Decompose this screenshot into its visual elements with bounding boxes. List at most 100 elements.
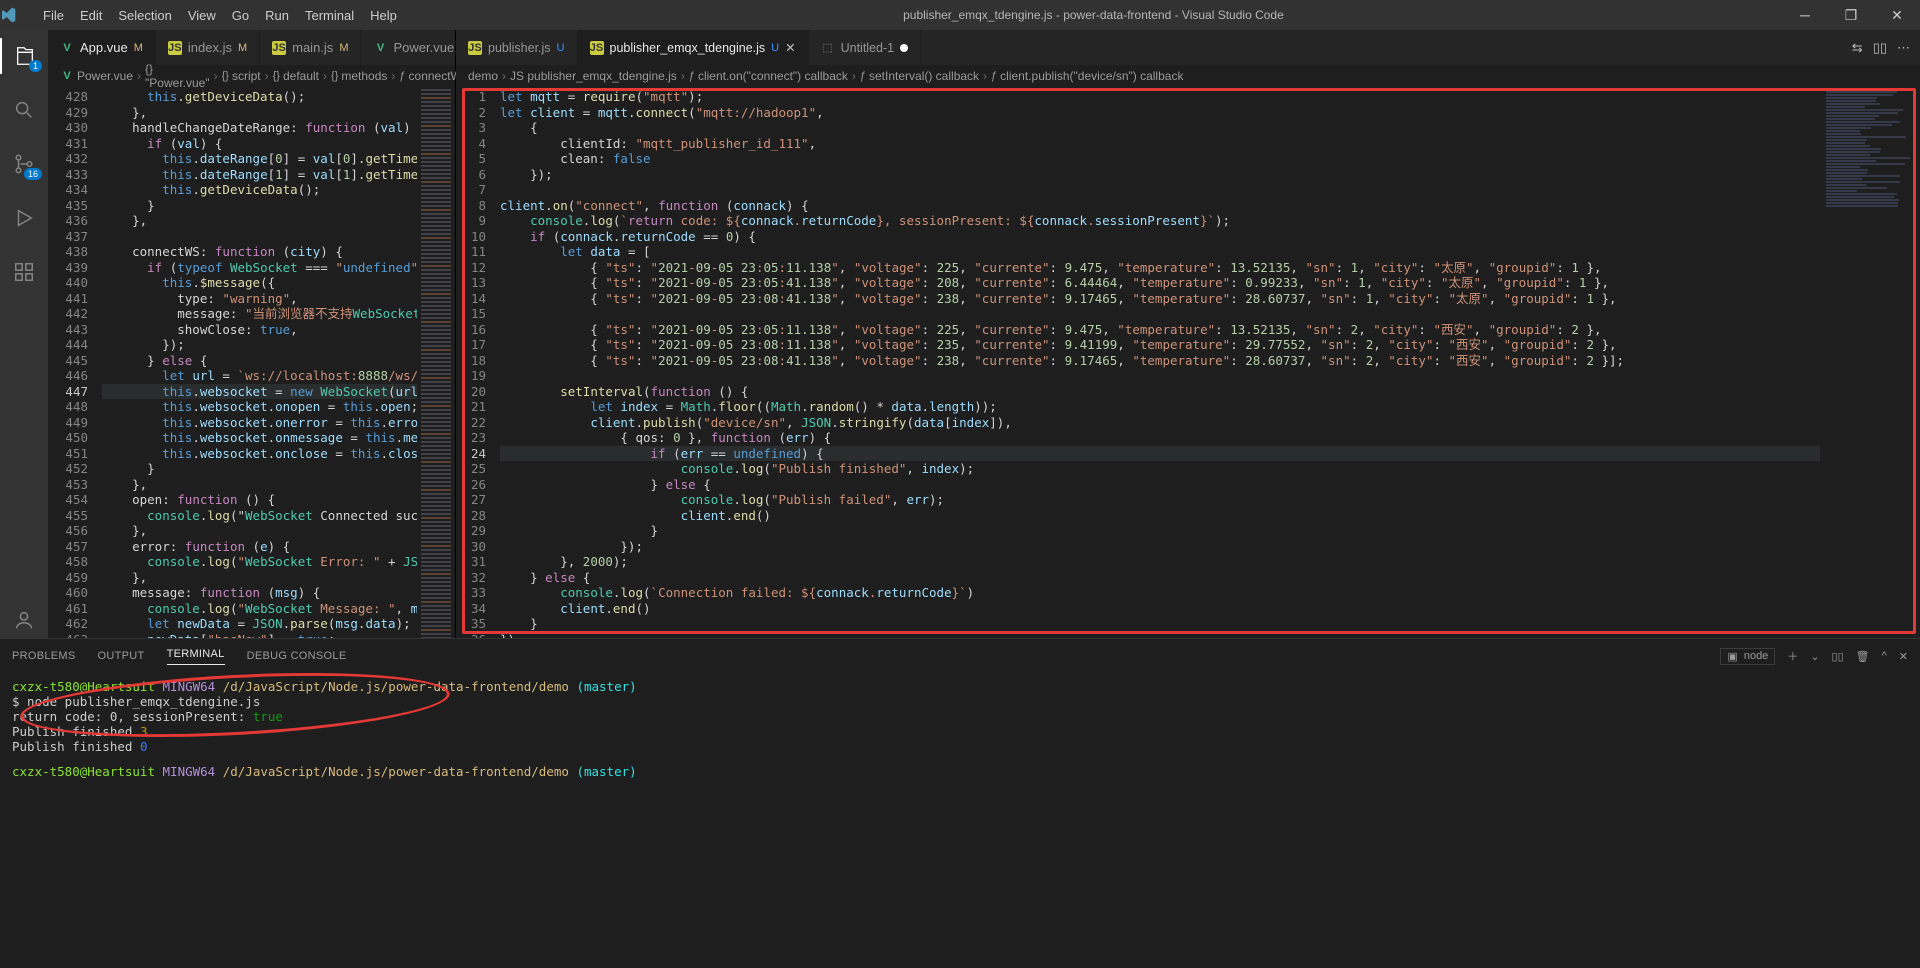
terminal-body[interactable]: cxzx-t580@Heartsuit MINGW64 /d/JavaScrip… — [0, 673, 1920, 818]
split-terminal-icon[interactable]: ▯▯ — [1832, 650, 1844, 663]
window-controls: ─ ❐ ✕ — [1782, 7, 1920, 24]
status-bar[interactable] — [0, 818, 1920, 840]
menu-help[interactable]: Help — [362, 8, 405, 23]
menu-run[interactable]: Run — [257, 8, 297, 23]
tab-label: App.vue — [80, 40, 128, 55]
tab-publisher-js[interactable]: JS publisher.js U — [456, 30, 578, 65]
modified-indicator: M — [339, 42, 348, 54]
tabs-right: JS publisher.js U JS publisher_emqx_tden… — [456, 30, 1920, 65]
tab-label: Power.vue — [393, 40, 454, 55]
scm-badge: 16 — [24, 168, 42, 180]
minimize-button[interactable]: ─ — [1782, 7, 1828, 24]
accounts-icon[interactable] — [0, 602, 48, 638]
js-icon: JS — [590, 41, 604, 55]
extensions-icon[interactable] — [0, 254, 48, 290]
close-button[interactable]: ✕ — [1874, 7, 1920, 24]
terminal-line: Publish finished 0 — [12, 739, 1908, 754]
tab-label: index.js — [188, 40, 232, 55]
editor-left-pane: V App.vue M JS index.js M JS main.js M — [48, 30, 456, 638]
maximize-button[interactable]: ❐ — [1828, 7, 1874, 24]
compare-icon[interactable]: ⇆ — [1852, 40, 1863, 56]
editor-right-pane: JS publisher.js U JS publisher_emqx_tden… — [456, 30, 1920, 638]
modified-indicator: M — [238, 42, 247, 54]
breadcrumb-right[interactable]: demo› JS publisher_emqx_tdengine.js› ƒcl… — [456, 65, 1920, 87]
panel: PROBLEMS OUTPUT TERMINAL DEBUG CONSOLE ▣… — [0, 638, 1920, 818]
code-left[interactable]: this.getDeviceData(); }, handleChangeDat… — [102, 87, 417, 638]
tab-label: Untitled-1 — [841, 41, 895, 55]
unsaved-indicator: U — [557, 42, 565, 54]
panel-tab-problems[interactable]: PROBLEMS — [12, 650, 76, 662]
tabs-left: V App.vue M JS index.js M JS main.js M — [48, 30, 455, 65]
editor-region: V App.vue M JS index.js M JS main.js M — [48, 30, 1920, 638]
minimap-left[interactable] — [417, 87, 455, 638]
terminal-line: Publish finished 3 — [12, 724, 1908, 739]
close-panel-icon[interactable]: ✕ — [1899, 650, 1908, 663]
brace-icon: {} — [222, 70, 229, 82]
brace-icon: {} — [273, 70, 280, 82]
vue-icon: V — [60, 69, 74, 83]
dirty-dot-icon — [900, 44, 908, 52]
tab-main-js[interactable]: JS main.js M — [260, 30, 361, 65]
file-icon: ⬚ — [821, 41, 835, 55]
source-control-icon[interactable]: 16 — [0, 146, 48, 182]
breadcrumb-left[interactable]: VPower.vue› {} "Power.vue"› {}script› {}… — [48, 65, 455, 87]
more-icon[interactable]: ⋯ — [1897, 40, 1910, 56]
editor-right[interactable]: 1234567891011121314151617181920212223242… — [456, 87, 1920, 638]
panel-tab-debug[interactable]: DEBUG CONSOLE — [247, 650, 347, 662]
close-icon[interactable]: ✕ — [785, 40, 795, 55]
split-icon[interactable]: ▯▯ — [1873, 40, 1887, 56]
tab-label: publisher.js — [488, 41, 551, 55]
window-title: publisher_emqx_tdengine.js - power-data-… — [405, 8, 1782, 22]
menu-go[interactable]: Go — [224, 8, 257, 23]
run-debug-icon[interactable] — [0, 200, 48, 236]
code-right[interactable]: let mqtt = require("mqtt");let client = … — [500, 87, 1820, 638]
method-icon: ƒ — [860, 70, 866, 82]
menu-bar: File Edit Selection View Go Run Terminal… — [35, 8, 405, 23]
terminal-line: return code: 0, sessionPresent: true — [12, 709, 1908, 724]
menu-edit[interactable]: Edit — [72, 8, 110, 23]
maximize-panel-icon[interactable]: ^ — [1882, 650, 1887, 662]
terminal-line: cxzx-t580@Heartsuit MINGW64 /d/JavaScrip… — [12, 679, 1908, 694]
title-bar: File Edit Selection View Go Run Terminal… — [0, 0, 1920, 30]
tab-untitled[interactable]: ⬚ Untitled-1 — [809, 30, 922, 65]
trash-icon[interactable]: 🗑 — [1856, 650, 1870, 663]
unsaved-indicator: U — [771, 42, 779, 54]
terminal-shell-select[interactable]: ▣ node — [1720, 648, 1775, 665]
vue-icon: V — [373, 41, 387, 55]
method-icon: ƒ — [399, 70, 405, 82]
modified-indicator: M — [134, 42, 143, 54]
menu-selection[interactable]: Selection — [110, 8, 179, 23]
method-icon: ƒ — [689, 70, 695, 82]
explorer-badge: 1 — [29, 60, 42, 72]
method-icon: ƒ — [991, 70, 997, 82]
tab-index-js[interactable]: JS index.js M — [156, 30, 260, 65]
menu-file[interactable]: File — [35, 8, 72, 23]
terminal-icon: ▣ — [1727, 650, 1737, 663]
tab-label: main.js — [292, 40, 333, 55]
vue-icon: V — [60, 41, 74, 55]
js-icon: JS — [468, 41, 482, 55]
search-icon[interactable] — [0, 92, 48, 128]
panel-tabs: PROBLEMS OUTPUT TERMINAL DEBUG CONSOLE ▣… — [0, 639, 1920, 673]
brace-icon: {} — [331, 70, 338, 82]
gutter-right: 1234567891011121314151617181920212223242… — [456, 87, 500, 638]
panel-tab-output[interactable]: OUTPUT — [98, 650, 145, 662]
js-icon: JS — [168, 41, 182, 55]
gutter-left: 4284294304314324334344354364374384394404… — [48, 87, 102, 638]
new-terminal-icon[interactable]: ＋ — [1787, 648, 1798, 664]
editor-left[interactable]: 4284294304314324334344354364374384394404… — [48, 87, 455, 638]
tab-app-vue[interactable]: V App.vue M — [48, 30, 156, 65]
explorer-icon[interactable]: 1 — [0, 38, 48, 74]
terminal-line: $ node publisher_emqx_tdengine.js — [12, 694, 1908, 709]
terminal-line: cxzx-t580@Heartsuit MINGW64 /d/JavaScrip… — [12, 764, 1908, 779]
menu-terminal[interactable]: Terminal — [297, 8, 362, 23]
tab-label: publisher_emqx_tdengine.js — [610, 41, 766, 55]
chevron-down-icon[interactable]: ⌄ — [1810, 650, 1819, 663]
vscode-icon — [0, 7, 35, 23]
minimap-right[interactable] — [1820, 87, 1920, 638]
activity-bar: 1 16 — [0, 30, 48, 638]
js-icon: JS — [272, 41, 286, 55]
panel-tab-terminal[interactable]: TERMINAL — [167, 648, 225, 665]
menu-view[interactable]: View — [180, 8, 224, 23]
tab-publisher-emqx[interactable]: JS publisher_emqx_tdengine.js U ✕ — [578, 30, 809, 65]
